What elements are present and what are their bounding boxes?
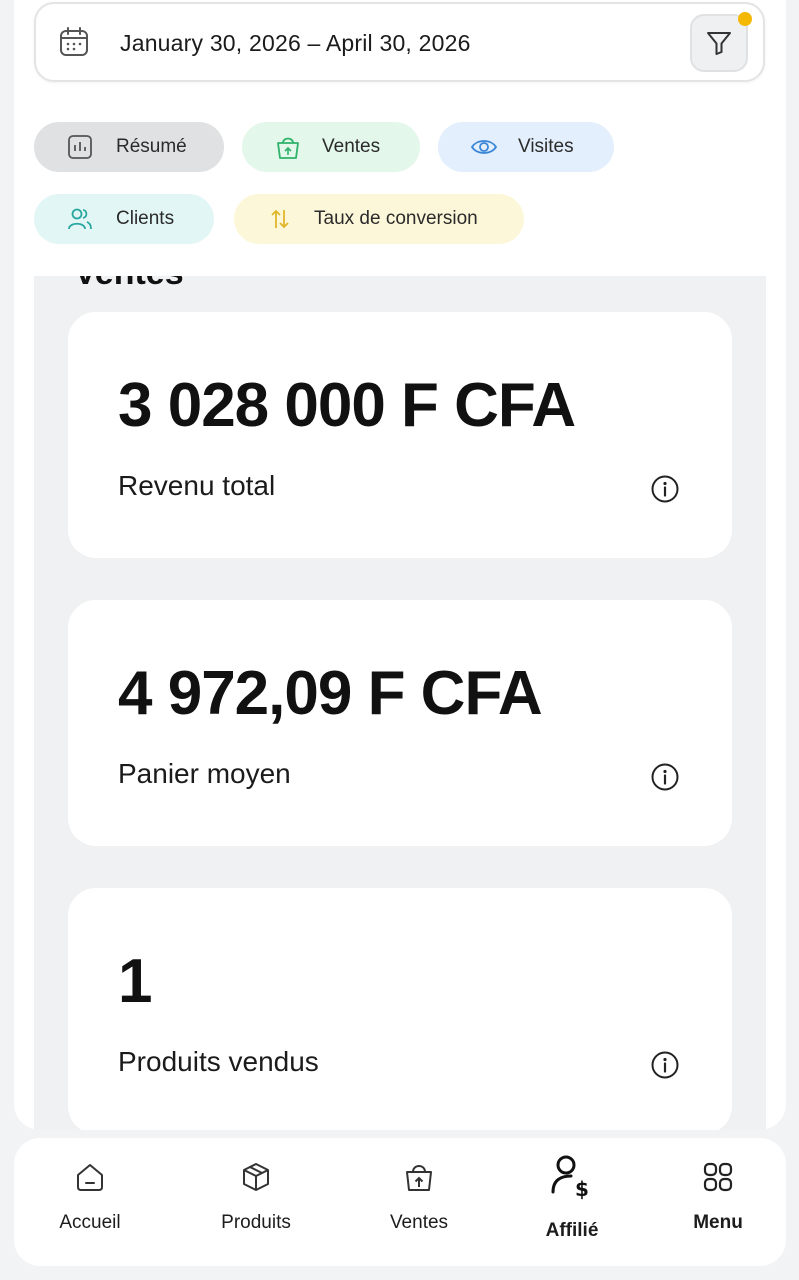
nav-label: Menu [693,1212,743,1233]
stat-card-produits-vendus: 1 Produits vendus [68,888,732,1130]
info-icon[interactable] [650,1050,680,1080]
nav-item-produits[interactable]: Produits [186,1138,326,1266]
nav-item-ventes[interactable]: Ventes [349,1138,489,1266]
shopping-bag-icon [277,137,299,159]
stat-label: Produits vendus [118,1046,319,1077]
filter-button[interactable] [690,12,752,72]
nav-label: Accueil [59,1212,121,1233]
date-range-picker[interactable]: January 30, 2026 – April 30, 2026 [34,2,765,82]
tab-label: Visites [518,136,574,157]
stat-card-revenu-total: 3 028 000 F CFA Revenu total [68,312,732,558]
tab-ventes[interactable]: Ventes [242,122,420,172]
content-area: Ventes 3 028 000 F CFA Revenu total 4 97… [34,276,766,1130]
tab-label: Ventes [322,136,381,157]
nav-label: Produits [221,1212,291,1233]
tab-taux-de-conversion[interactable]: Taux de conversion [234,194,524,244]
affiliate-user-dollar-icon: $ [551,1155,589,1200]
stat-value: 3 028 000 F CFA [118,371,576,440]
arrows-up-down-icon [271,209,289,229]
stat-value: 4 972,09 F CFA [118,659,543,728]
section-title: Ventes [74,276,184,293]
tab-label: Résumé [116,136,187,157]
stat-card-panier-moyen: 4 972,09 F CFA Panier moyen [68,600,732,846]
nav-label: Ventes [389,1212,449,1233]
users-icon [68,208,92,230]
stat-label: Panier moyen [118,758,291,789]
eye-icon [470,140,498,154]
nav-item-menu[interactable]: Menu [648,1138,788,1266]
filter-active-dot [738,12,752,26]
calendar-icon [60,27,88,56]
stat-label: Revenu total [118,470,276,501]
box-icon [243,1163,269,1191]
bottom-nav: Accueil Produits Ventes $ Affilié Menu [14,1138,786,1266]
stat-value: 1 [118,947,152,1016]
screen: January 30, 2026 – April 30, 2026 Résumé… [0,0,799,1280]
nav-label: Affilié [545,1220,599,1241]
tab-label: Taux de conversion [314,208,478,229]
info-icon[interactable] [650,474,680,504]
nav-item-accueil[interactable]: Accueil [20,1138,160,1266]
tab-clients[interactable]: Clients [34,194,214,244]
svg-text:$: $ [575,1177,589,1200]
home-icon [77,1164,103,1191]
bar-chart-icon [68,135,92,159]
shopping-bag-icon [406,1165,432,1191]
nav-item-affilie[interactable]: $ Affilié [502,1138,642,1266]
date-range-text: January 30, 2026 – April 30, 2026 [120,30,471,56]
grid-icon [703,1162,733,1192]
tab-visites[interactable]: Visites [438,122,614,172]
info-icon[interactable] [650,762,680,792]
filter-icon [707,32,731,55]
tab-label: Clients [116,208,175,229]
tab-resume[interactable]: Résumé [34,122,224,172]
